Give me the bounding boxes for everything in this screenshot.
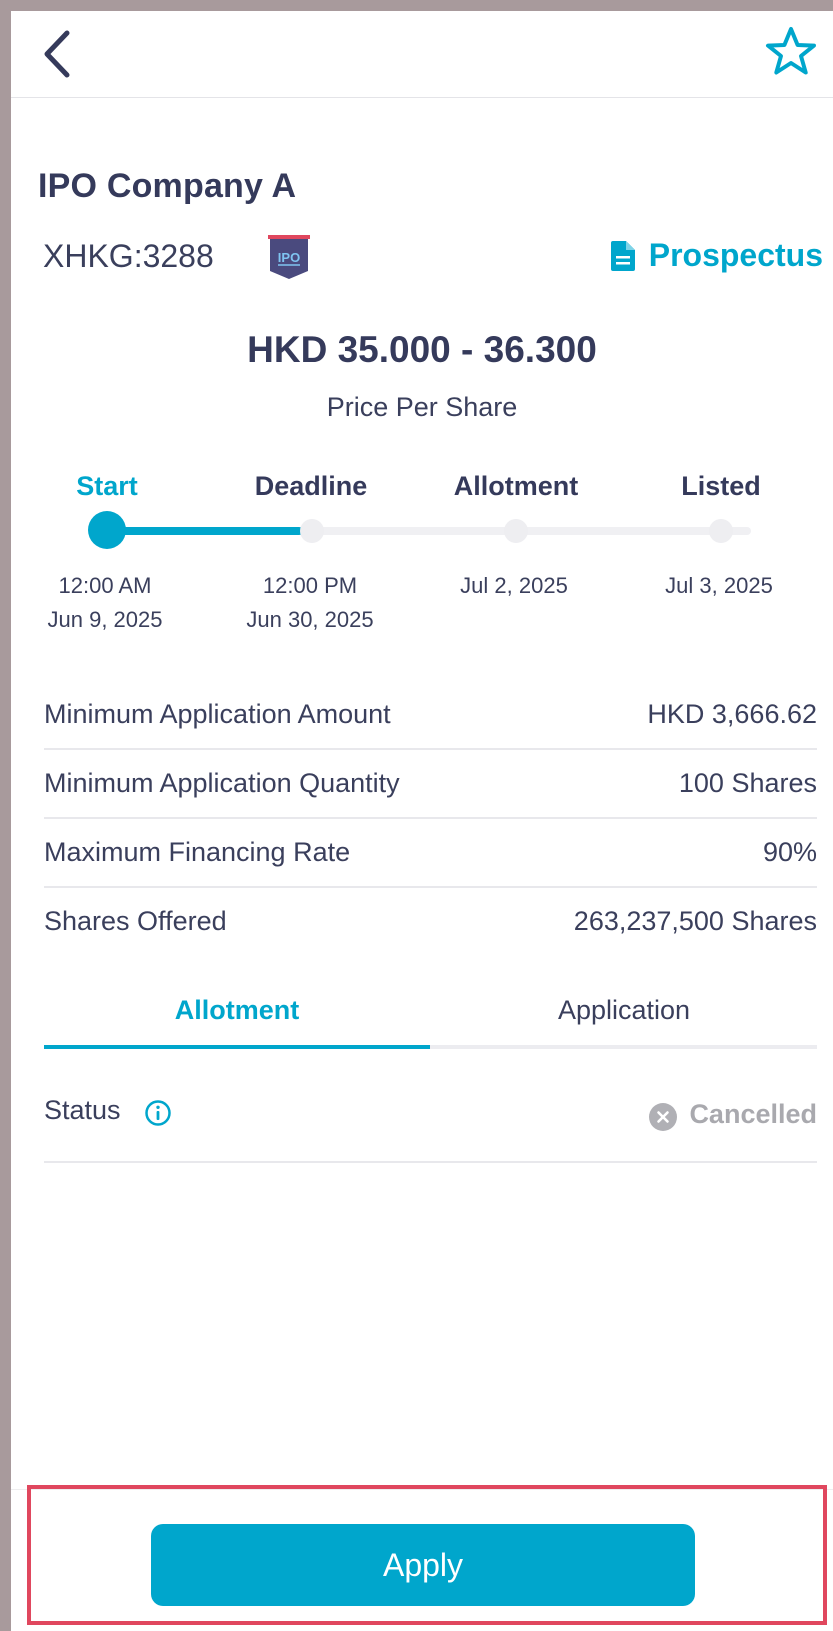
step-time-allotment-date: Jul 2, 2025 xyxy=(460,573,568,598)
detail-label: Minimum Application Amount xyxy=(44,699,391,729)
detail-row: Maximum Financing Rate 90% xyxy=(44,819,817,888)
top-bar xyxy=(11,11,833,98)
favorite-button[interactable] xyxy=(763,25,819,81)
step-dot-deadline xyxy=(300,519,324,543)
step-time-deadline-time: 12:00 PM xyxy=(262,573,358,598)
ipo-details-list: Minimum Application Amount HKD 3,666.62 … xyxy=(44,681,817,955)
price-range: HKD 35.000 - 36.300 xyxy=(247,329,597,370)
document-icon xyxy=(610,240,635,271)
step-time-deadline: 12:00 PM Jun 30, 2025 xyxy=(246,569,373,637)
step-time-start: 12:00 AM Jun 9, 2025 xyxy=(48,569,163,637)
back-button[interactable] xyxy=(37,27,83,81)
detail-label: Maximum Financing Rate xyxy=(44,837,351,867)
status-label: Status xyxy=(44,1095,121,1125)
ipo-detail-screen: IPO Company A XHKG:3288 IPO Prospectus H… xyxy=(11,11,833,1631)
detail-value: 100 Shares xyxy=(678,768,817,798)
company-name: IPO Company A xyxy=(38,167,297,205)
status-value: Cancelled xyxy=(649,1097,817,1131)
step-time-listed-date: Jul 3, 2025 xyxy=(665,573,773,598)
detail-row: Minimum Application Amount HKD 3,666.62 xyxy=(44,681,817,750)
step-dot-start xyxy=(88,511,126,549)
detail-row: Shares Offered 263,237,500 Shares xyxy=(44,888,817,955)
tab-allotment[interactable]: Allotment xyxy=(44,979,430,1045)
timeline-progress xyxy=(111,527,303,535)
cancelled-x-icon xyxy=(649,1103,678,1131)
active-tab-indicator xyxy=(44,1045,430,1049)
detail-value: HKD 3,666.62 xyxy=(647,699,817,729)
step-time-start-time: 12:00 AM xyxy=(58,573,152,598)
apply-button[interactable]: Apply xyxy=(151,1524,695,1606)
step-label-deadline: Deadline xyxy=(254,471,368,501)
prospectus-link[interactable]: Prospectus xyxy=(610,237,823,274)
step-time-listed: Jul 3, 2025 xyxy=(665,569,773,603)
chevron-left-icon xyxy=(44,30,70,78)
step-time-allotment: Jul 2, 2025 xyxy=(460,569,568,603)
step-dot-allotment xyxy=(504,519,528,543)
detail-label: Shares Offered xyxy=(44,906,227,936)
step-label-allotment: Allotment xyxy=(453,471,579,501)
detail-value: 263,237,500 Shares xyxy=(573,906,817,936)
detail-label: Minimum Application Quantity xyxy=(44,768,400,798)
step-time-start-date: Jun 9, 2025 xyxy=(47,607,163,632)
step-dot-listed xyxy=(709,519,733,543)
ticker-row: XHKG:3288 IPO Prospectus xyxy=(43,235,823,279)
status-text: Cancelled xyxy=(689,1098,817,1129)
price-caption: Price Per Share xyxy=(326,392,518,422)
ticker-code: XHKG:3288 xyxy=(43,238,214,274)
detail-value: 90% xyxy=(762,837,817,867)
step-label-listed: Listed xyxy=(681,471,761,501)
ipo-badge-icon: IPO xyxy=(268,235,310,279)
prospectus-label: Prospectus xyxy=(648,237,823,273)
step-time-deadline-date: Jun 30, 2025 xyxy=(246,607,374,632)
star-outline-icon xyxy=(766,27,816,75)
status-row: Status Cancelled xyxy=(44,1079,817,1163)
ipo-timeline: Start Deadline Allotment Listed 12:00 AM… xyxy=(11,471,833,641)
ipo-badge-text: IPO xyxy=(278,250,300,265)
footer-bar: Apply xyxy=(11,1489,833,1631)
step-label-start: Start xyxy=(76,471,138,501)
tab-bar: Allotment Application xyxy=(44,979,817,1049)
tab-application[interactable]: Application xyxy=(431,979,817,1045)
detail-row: Minimum Application Quantity 100 Shares xyxy=(44,750,817,819)
info-icon[interactable] xyxy=(144,1099,172,1127)
